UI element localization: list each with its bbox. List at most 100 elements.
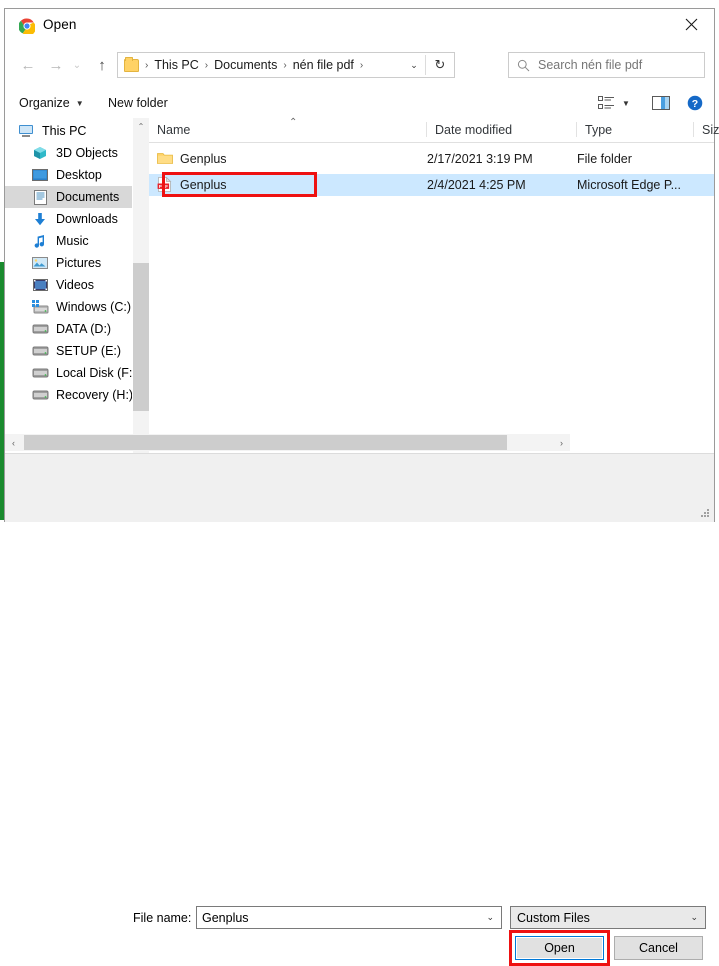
sidebar-item-setup-e[interactable]: SETUP (E:) xyxy=(5,340,132,362)
resize-grip[interactable] xyxy=(700,509,710,519)
column-header-label: Type xyxy=(585,122,613,137)
forward-icon[interactable]: → xyxy=(45,54,67,76)
column-header-label: Size xyxy=(702,122,719,137)
music-icon xyxy=(31,233,49,249)
column-header-size[interactable]: Size xyxy=(694,118,719,141)
chevron-down-icon[interactable]: ⌄ xyxy=(486,912,494,923)
sidebar-item-videos[interactable]: Videos xyxy=(5,274,132,296)
sidebar-item-documents[interactable]: Documents xyxy=(5,186,132,208)
sidebar-item-windows-c[interactable]: Windows (C:) xyxy=(5,296,132,318)
column-header-label: Date modified xyxy=(435,122,513,137)
window-title: Open xyxy=(43,17,77,32)
file-list-header: Name ⌃ Date modified Type Size xyxy=(149,117,719,143)
navigation-pane: This PC 3D Objects Desktop Documents Dow… xyxy=(5,118,137,453)
sidebar-item-music[interactable]: Music xyxy=(5,230,132,252)
chevron-down-icon[interactable]: ⌄ xyxy=(406,58,422,72)
drive-icon xyxy=(31,365,49,381)
view-list-icon[interactable] xyxy=(595,92,617,114)
downloads-icon xyxy=(31,211,49,227)
file-list: Name ⌃ Date modified Type Size xyxy=(149,117,719,453)
sidebar-item-label: SETUP (E:) xyxy=(56,344,122,358)
file-name-cell: Genplus xyxy=(157,148,227,170)
sidebar-item-label: Music xyxy=(56,234,89,248)
computer-icon xyxy=(17,123,35,139)
scrollbar-thumb[interactable] xyxy=(24,435,507,450)
sidebar-item-label: Local Disk (F:) xyxy=(56,366,137,380)
file-name-cell: PDF Genplus xyxy=(157,174,227,196)
sidebar-item-3d-objects[interactable]: 3D Objects xyxy=(5,142,132,164)
sidebar-item-data-d[interactable]: DATA (D:) xyxy=(5,318,132,340)
sidebar-item-label: Downloads xyxy=(56,212,118,226)
file-name-value: Genplus xyxy=(202,910,249,925)
chevron-down-icon[interactable]: ▼ xyxy=(619,92,633,114)
search-input[interactable]: Search nén file pdf xyxy=(508,52,705,78)
breadcrumb-item-documents[interactable]: Documents xyxy=(212,58,279,72)
sidebar-item-label: Windows (C:) xyxy=(56,300,132,314)
file-name-input[interactable]: Genplus ⌄ xyxy=(196,906,502,929)
cancel-button[interactable]: Cancel xyxy=(614,936,703,960)
help-icon[interactable]: ? xyxy=(685,92,705,114)
breadcrumb-item-this-pc[interactable]: This PC xyxy=(152,58,200,72)
sidebar-item-desktop[interactable]: Desktop xyxy=(5,164,132,186)
pictures-icon xyxy=(31,255,49,271)
scroll-left-icon[interactable]: ‹ xyxy=(5,434,22,451)
file-list-horizontal-scrollbar[interactable]: ‹ › xyxy=(5,434,570,451)
organize-button[interactable]: Organize ▼ xyxy=(19,93,84,113)
organize-label: Organize xyxy=(19,96,70,110)
file-type-cell: Microsoft Edge P... xyxy=(577,178,681,192)
chevron-down-icon: ▼ xyxy=(75,98,84,108)
up-icon[interactable]: ↑ xyxy=(91,54,113,76)
sidebar-item-this-pc[interactable]: This PC xyxy=(5,120,132,142)
scroll-up-icon[interactable]: ⌃ xyxy=(133,118,149,135)
scroll-right-icon[interactable]: › xyxy=(553,434,570,451)
sidebar-item-label: Pictures xyxy=(56,256,102,270)
desktop-icon xyxy=(31,167,49,183)
folder-icon xyxy=(157,151,173,167)
file-name-label: Genplus xyxy=(180,178,227,192)
recent-locations-icon[interactable]: ⌄ xyxy=(69,54,85,76)
breadcrumb: › This PC › Documents › nén file pdf › xyxy=(124,53,367,77)
sidebar-item-downloads[interactable]: Downloads xyxy=(5,208,132,230)
column-header-name[interactable]: Name ⌃ xyxy=(149,117,427,141)
navigation-pane-scrollbar[interactable]: ⌃ ⌄ xyxy=(132,118,149,453)
sidebar-item-pictures[interactable]: Pictures xyxy=(5,252,132,274)
file-name-label: File name: xyxy=(133,911,192,925)
breadcrumb-separator: › xyxy=(283,59,287,71)
breadcrumb-item-nen-file-pdf[interactable]: nén file pdf xyxy=(291,58,356,72)
column-header-date-modified[interactable]: Date modified xyxy=(427,118,577,141)
breadcrumb-separator: › xyxy=(204,59,209,71)
column-header-type[interactable]: Type xyxy=(577,118,694,141)
command-bar: Organize ▼ New folder ▼ ? xyxy=(5,87,714,118)
sidebar-item-recovery-h[interactable]: Recovery (H:) xyxy=(5,384,134,406)
documents-icon xyxy=(31,189,49,205)
search-placeholder: Search nén file pdf xyxy=(538,58,643,72)
sidebar-item-label: Recovery (H:) xyxy=(56,388,134,402)
sidebar-item-label: Videos xyxy=(56,278,94,292)
new-folder-button[interactable]: New folder xyxy=(108,93,168,113)
table-row[interactable]: PDF Genplus 2/4/2021 4:25 PM Microsoft E… xyxy=(149,174,714,196)
dialog-footer: File name: Genplus ⌄ Custom Files ⌄ Open… xyxy=(5,454,714,966)
file-type-filter-value: Custom Files xyxy=(517,910,590,925)
sidebar-item-label: 3D Objects xyxy=(56,146,118,160)
windows-drive-icon xyxy=(31,299,49,315)
preview-pane-icon[interactable] xyxy=(650,92,672,114)
scrollbar-thumb[interactable] xyxy=(133,263,149,411)
close-icon[interactable] xyxy=(668,9,714,40)
address-divider xyxy=(425,55,426,75)
svg-text:?: ? xyxy=(692,98,698,110)
videos-icon xyxy=(31,277,49,293)
open-button[interactable]: Open xyxy=(515,936,604,960)
sidebar-item-local-disk-f[interactable]: Local Disk (F:) xyxy=(5,362,137,384)
dialog-content: This PC 3D Objects Desktop Documents Dow… xyxy=(5,117,719,453)
title-bar: Open xyxy=(5,9,714,42)
refresh-icon[interactable]: ↻ xyxy=(430,56,450,74)
address-bar[interactable]: › This PC › Documents › nén file pdf › ⌄… xyxy=(117,52,455,78)
column-header-label: Name xyxy=(157,122,191,137)
svg-text:PDF: PDF xyxy=(159,184,168,189)
file-type-filter-select[interactable]: Custom Files ⌄ xyxy=(510,906,706,929)
chevron-down-icon[interactable]: ⌄ xyxy=(690,912,698,923)
open-file-dialog: Open ← → ⌄ ↑ › This PC › Documents › nén… xyxy=(4,8,719,966)
back-icon[interactable]: ← xyxy=(17,54,39,76)
table-row[interactable]: Genplus 2/17/2021 3:19 PM File folder xyxy=(149,148,714,170)
sidebar-item-label: This PC xyxy=(42,124,87,138)
